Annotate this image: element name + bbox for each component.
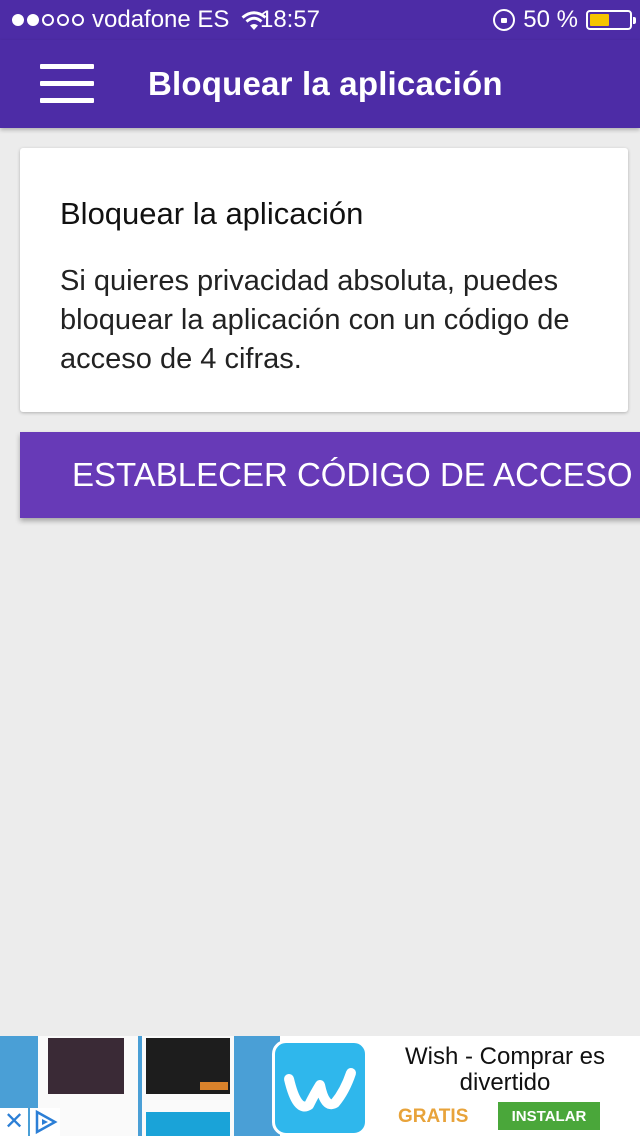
battery-percentage: 50 % xyxy=(523,6,578,33)
close-icon[interactable]: ✕ xyxy=(0,1108,28,1136)
card-title: Bloquear la aplicación xyxy=(60,196,364,231)
ad-screenshot-2 xyxy=(142,1036,234,1136)
set-access-code-button[interactable]: ESTABLECER CÓDIGO DE ACCESO xyxy=(20,432,640,518)
app-bar: Bloquear la aplicación xyxy=(0,40,640,128)
status-bar-right: 50 % xyxy=(493,0,636,40)
info-card: Bloquear la aplicación Si quieres privac… xyxy=(20,148,628,412)
hamburger-menu-icon[interactable] xyxy=(40,64,94,104)
app-bar-title: Bloquear la aplicación xyxy=(148,65,503,102)
ad-price-label: GRATIS xyxy=(398,1106,469,1127)
wifi-icon xyxy=(241,10,267,30)
carrier-name: vodafone ES xyxy=(92,6,230,33)
status-bar-left: vodafone ES xyxy=(12,0,267,40)
signal-strength-icon xyxy=(12,14,84,26)
battery-icon xyxy=(586,10,636,30)
ad-title: Wish - Comprar es divertido xyxy=(404,1043,606,1096)
wish-logo-icon[interactable] xyxy=(272,1040,368,1136)
ad-install-button[interactable]: INSTALAR xyxy=(498,1102,600,1130)
orientation-lock-icon xyxy=(493,9,516,31)
ad-banner[interactable]: ✕ Wish - Comprar es divertido GRATIS INS… xyxy=(0,1036,640,1136)
card-body: Si quieres privacidad absoluta, puedes b… xyxy=(60,265,570,375)
adchoices-icon[interactable] xyxy=(30,1108,60,1136)
status-bar: vodafone ES 18:57 50 % xyxy=(0,0,640,40)
status-time: 18:57 xyxy=(259,6,321,33)
